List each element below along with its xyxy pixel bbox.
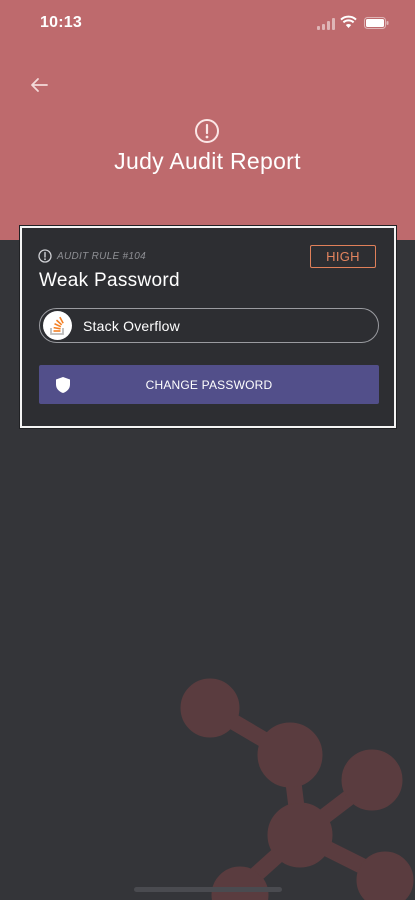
wifi-icon <box>340 15 357 28</box>
audit-rule-label: AUDIT RULE #104 <box>57 250 146 262</box>
exclamation-circle-icon <box>38 249 52 263</box>
change-password-label: CHANGE PASSWORD <box>145 377 273 392</box>
audit-rule-row: AUDIT RULE #104 <box>38 248 146 264</box>
arrow-left-icon <box>31 78 48 92</box>
exclamation-circle-icon <box>195 119 219 143</box>
shield-icon <box>56 377 70 393</box>
status-time: 10:13 <box>40 14 82 31</box>
page-title: Judy Audit Report <box>114 148 301 174</box>
stack-overflow-logo <box>43 311 72 340</box>
account-chip[interactable]: Stack Overflow <box>39 308 379 343</box>
back-button[interactable] <box>24 70 54 100</box>
home-indicator <box>134 887 282 892</box>
battery-icon <box>364 17 389 29</box>
change-password-button[interactable]: CHANGE PASSWORD <box>39 365 379 404</box>
signal-icon <box>317 18 335 30</box>
stack-overflow-icon <box>49 316 64 335</box>
severity-badge: HIGH <box>310 245 376 268</box>
status-bar: 10:13 <box>0 0 415 48</box>
audit-finding-card: AUDIT RULE #104 HIGH Weak Password Stack… <box>20 226 396 428</box>
account-name: Stack Overflow <box>83 317 180 334</box>
finding-title: Weak Password <box>39 270 180 291</box>
